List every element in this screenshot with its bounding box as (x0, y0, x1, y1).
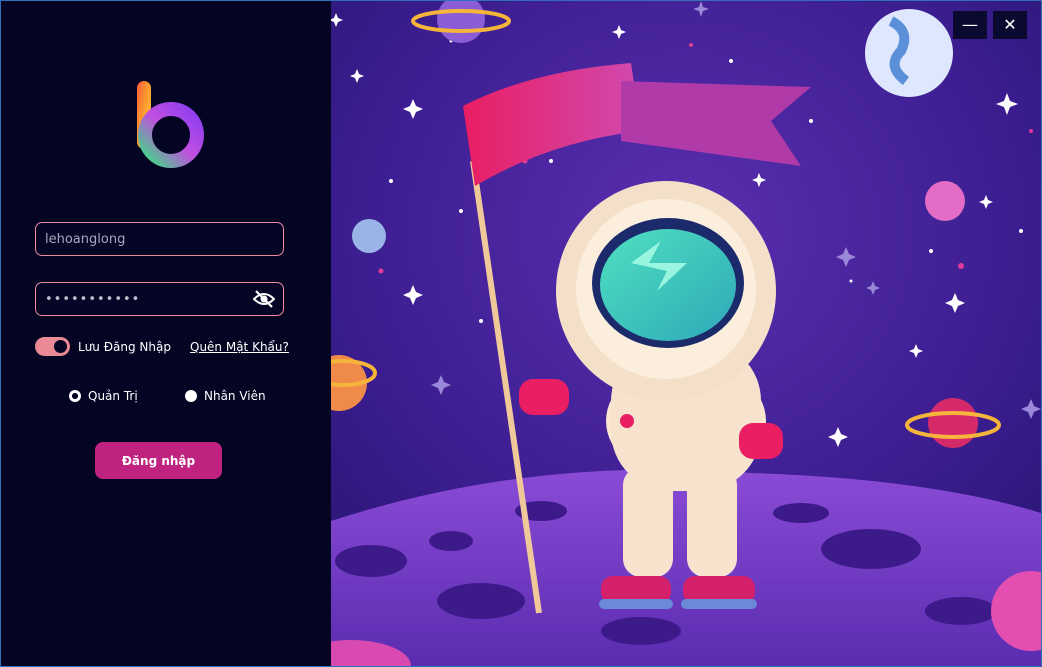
toggle-knob (54, 340, 67, 353)
password-input[interactable] (45, 283, 255, 315)
app-logo (137, 81, 204, 168)
remember-toggle[interactable] (35, 337, 70, 356)
minimize-icon[interactable]: — (953, 11, 987, 39)
login-panel: Lưu Đăng Nhập Quên Mật Khẩu? Quản Trị Nh… (1, 1, 331, 666)
password-field[interactable] (35, 282, 284, 316)
space-scene (331, 1, 1041, 666)
username-field[interactable] (35, 222, 284, 256)
role-admin-radio[interactable] (69, 390, 81, 402)
login-button[interactable]: Đăng nhập (95, 442, 222, 479)
role-staff-label: Nhân Viên (204, 389, 266, 403)
username-input[interactable] (45, 223, 255, 255)
remember-label: Lưu Đăng Nhập (78, 340, 171, 354)
astronaut-illustration: — ✕ (331, 1, 1041, 666)
eye-slash-icon[interactable] (253, 289, 275, 309)
login-window: Lưu Đăng Nhập Quên Mật Khẩu? Quản Trị Nh… (0, 0, 1042, 667)
role-admin-label: Quản Trị (88, 389, 138, 403)
role-staff-radio[interactable] (185, 390, 197, 402)
forgot-password-link[interactable]: Quên Mật Khẩu? (190, 340, 289, 354)
close-icon[interactable]: ✕ (993, 11, 1027, 39)
